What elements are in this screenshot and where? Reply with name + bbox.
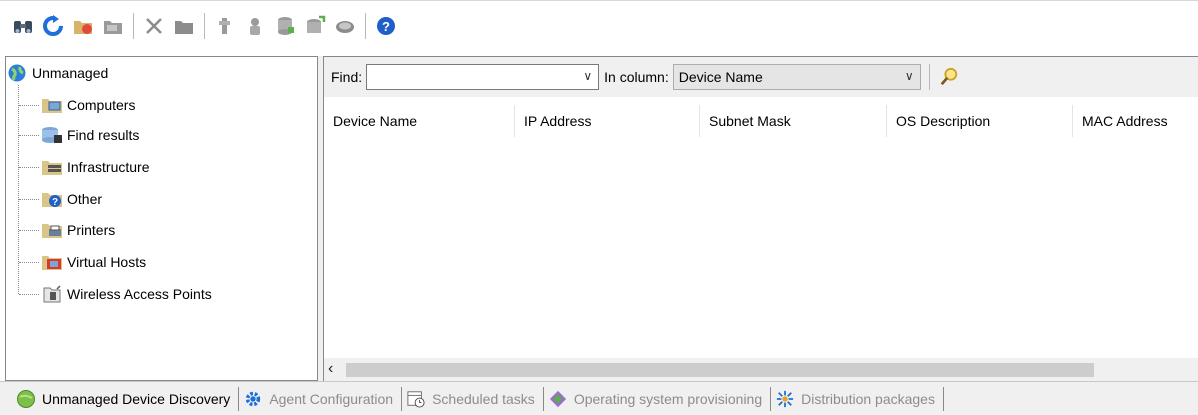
in-column-label: In column:: [604, 69, 669, 85]
tree-item-label: Printers: [67, 222, 116, 238]
tree-item-virtual-hosts[interactable]: Virtual Hosts: [19, 250, 146, 274]
toolbar-separator: [133, 12, 134, 39]
tree-item-infrastructure[interactable]: Infrastructure: [19, 155, 149, 179]
tree-connector: [19, 293, 39, 295]
infrastructure-icon: [41, 157, 63, 177]
tree-connector: [19, 229, 39, 231]
other-folder-icon: ?: [41, 189, 63, 209]
column-header-device-name[interactable]: Device Name: [324, 105, 515, 137]
binoculars-icon[interactable]: [10, 13, 36, 39]
agent-push-icon[interactable]: [212, 13, 238, 39]
tab-operating-system-provisioning[interactable]: Operating system provisioning: [548, 386, 766, 412]
tab-separator: [401, 386, 403, 411]
tab-label: Agent Configuration: [269, 390, 394, 407]
column-header-os-description[interactable]: OS Description: [887, 105, 1073, 137]
tab-unmanaged-device-discovery[interactable]: Unmanaged Device Discovery: [16, 386, 234, 412]
module-tabs: Unmanaged Device Discovery Agent Configu…: [0, 381, 1198, 415]
column-header-subnet-mask[interactable]: Subnet Mask: [700, 105, 887, 137]
folder-move-icon[interactable]: [100, 13, 126, 39]
tab-scheduled-tasks[interactable]: Scheduled tasks: [406, 386, 539, 412]
calendar-clock-icon: [406, 389, 426, 409]
tab-agent-configuration[interactable]: Agent Configuration: [243, 386, 397, 412]
scrollbar-thumb[interactable]: [346, 363, 1094, 377]
tab-distribution-packages[interactable]: Distribution packages: [775, 386, 939, 412]
chevron-down-icon[interactable]: ∨: [905, 69, 914, 83]
svg-text:?: ?: [52, 197, 58, 208]
column-select-value: Device Name: [678, 69, 763, 85]
toolbar-separator: [365, 12, 366, 39]
tab-label: Distribution packages: [801, 390, 935, 407]
tree-item-find-results[interactable]: Find results: [19, 123, 139, 147]
device-tree[interactable]: Unmanaged Computers Find results Infrast…: [5, 56, 318, 381]
toolbar-separator: [928, 64, 930, 90]
tree-item-label: Computers: [67, 97, 136, 113]
chevron-down-icon[interactable]: ∨: [583, 69, 592, 83]
column-select[interactable]: Device Name ∨: [672, 64, 921, 90]
tree-item-label: Wireless Access Points: [67, 286, 212, 302]
tab-separator: [238, 386, 240, 411]
wireless-ap-icon: [41, 284, 63, 304]
tab-label: Scheduled tasks: [432, 390, 535, 407]
database-add-icon[interactable]: [302, 13, 328, 39]
find-combobox[interactable]: ∨: [366, 64, 600, 90]
gear-icon: [243, 389, 263, 409]
virtual-hosts-icon: [41, 252, 63, 272]
refresh-icon[interactable]: [40, 13, 66, 39]
tree-connector: [19, 134, 39, 136]
distribution-packages-icon: [775, 389, 795, 409]
tree-item-label: Virtual Hosts: [67, 254, 147, 270]
tree-connector: [19, 166, 39, 168]
tree-item-label: Find results: [67, 127, 140, 143]
toolbar: ?: [0, 0, 1198, 50]
folder-new-icon[interactable]: [70, 13, 96, 39]
globe-icon: [7, 63, 27, 83]
svg-text:?: ?: [382, 19, 390, 34]
tree-item-computers[interactable]: Computers: [19, 93, 135, 117]
database-icon[interactable]: [272, 13, 298, 39]
device-list-panel: Find: ∨ In column: Device Name ∨ Device …: [323, 56, 1198, 382]
tab-separator: [770, 386, 772, 411]
tree-item-other[interactable]: ? Other: [19, 187, 102, 211]
os-provisioning-icon: [548, 389, 568, 409]
horizontal-scrollbar[interactable]: ‹: [324, 358, 1198, 382]
search-icon[interactable]: [938, 66, 960, 88]
tree-item-label: Other: [67, 191, 103, 207]
scroll-left-icon[interactable]: ‹: [328, 360, 333, 378]
tree-connector: [19, 261, 39, 263]
toolbar-separator: [204, 12, 205, 39]
tree-item-printers[interactable]: Printers: [19, 218, 115, 242]
delete-icon[interactable]: [141, 13, 167, 39]
discovery-globe-icon: [16, 389, 36, 409]
tab-label: Unmanaged Device Discovery: [42, 390, 231, 407]
column-header-ip-address[interactable]: IP Address: [515, 105, 700, 137]
tab-separator: [542, 386, 544, 411]
tab-separator: [942, 386, 944, 411]
main-frame: Unmanaged Computers Find results Infrast…: [5, 56, 1198, 382]
find-bar: Find: ∨ In column: Device Name ∨: [324, 57, 1198, 97]
tree-root-label: Unmanaged: [32, 65, 109, 81]
agent-icon[interactable]: [242, 13, 268, 39]
find-results-icon: [41, 125, 63, 145]
grid-header: Device Name IP Address Subnet Mask OS De…: [324, 105, 1198, 137]
disk-icon[interactable]: [332, 13, 358, 39]
tree-root-unmanaged[interactable]: Unmanaged: [7, 62, 108, 84]
find-label: Find:: [331, 69, 363, 85]
tab-label: Operating system provisioning: [573, 390, 763, 407]
printers-folder-icon: [41, 220, 63, 240]
column-header-mac-address[interactable]: MAC Address: [1073, 105, 1198, 137]
tree-item-wireless-access-points[interactable]: Wireless Access Points: [19, 282, 212, 306]
tree-connector: [19, 104, 39, 106]
folder-icon[interactable]: [171, 13, 197, 39]
help-icon[interactable]: ?: [373, 13, 399, 39]
tree-connector: [19, 198, 39, 200]
tree-item-label: Infrastructure: [67, 159, 150, 175]
computers-folder-icon: [41, 95, 63, 115]
